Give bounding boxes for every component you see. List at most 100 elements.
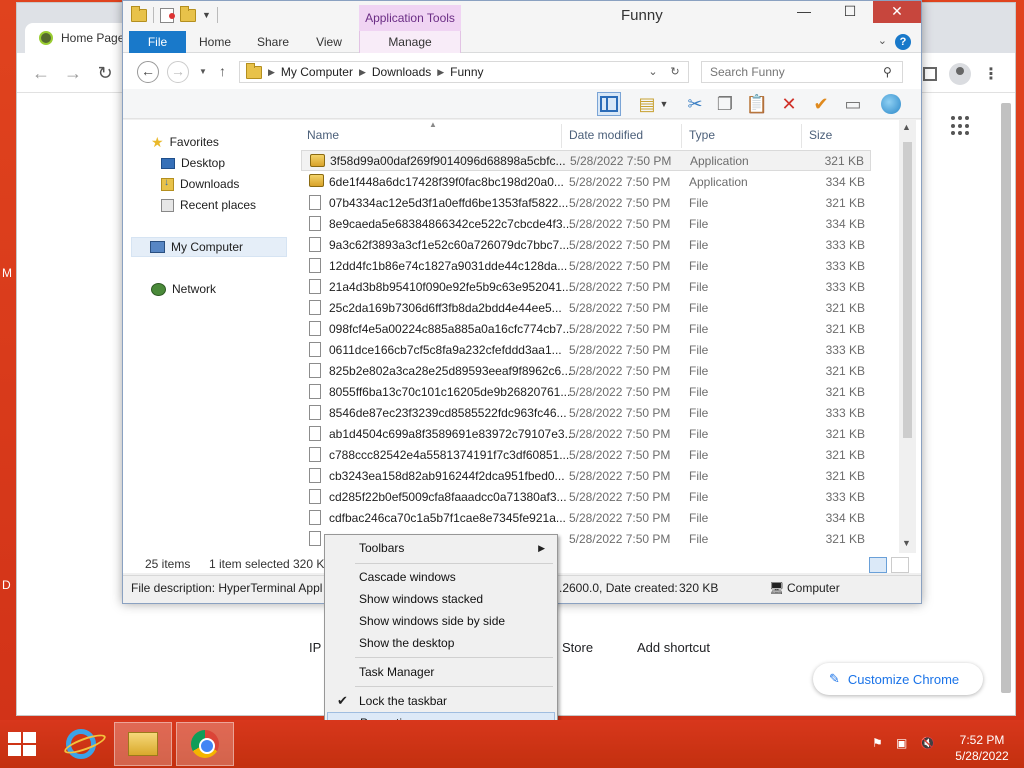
checkmark-icon[interactable]: ✔: [809, 92, 833, 116]
nav-downloads[interactable]: Downloads: [161, 174, 239, 194]
scroll-down-icon[interactable]: ▼: [902, 538, 911, 548]
paste-icon[interactable]: 📋: [745, 92, 769, 116]
options-dropdown-icon[interactable]: ▼: [657, 92, 671, 116]
menu-item-toolbars[interactable]: Toolbars ▶: [327, 537, 555, 559]
tab-manage[interactable]: Manage: [359, 31, 461, 53]
recent-places-icon: [161, 198, 174, 212]
new-folder-icon[interactable]: [180, 5, 196, 22]
help-icon[interactable]: ?: [895, 34, 911, 50]
table-row[interactable]: 21a4d3b8b95410f090e92fe5b9c63e952041... 5…: [301, 276, 871, 297]
close-icon[interactable]: ✕: [873, 1, 921, 23]
table-row[interactable]: 8546de87ec23f3239cd8585522fdc963fc46... 5…: [301, 402, 871, 423]
cut-icon[interactable]: ✂: [683, 92, 707, 116]
table-row[interactable]: c788ccc82542e4a5581374191f7c3df60851... 5…: [301, 444, 871, 465]
table-row[interactable]: 098fcf4e5a00224c885a885a0a16cfc774cb7...…: [301, 318, 871, 339]
flag-icon[interactable]: ⚑: [872, 736, 886, 750]
shortcut-label[interactable]: IP: [309, 640, 321, 655]
breadcrumb-downloads[interactable]: Downloads: [372, 65, 431, 79]
shortcut-label[interactable]: Store: [562, 640, 593, 655]
volume-muted-icon[interactable]: 🔇: [920, 736, 935, 750]
customize-quick-access-icon[interactable]: ▼: [202, 10, 211, 20]
refresh-icon[interactable]: ↻: [665, 61, 685, 83]
table-row[interactable]: cb3243ea158d82ab916244f2dca951fbed0... 5/…: [301, 465, 871, 486]
table-row[interactable]: 12dd4fc1b86e74c1827a9031dde44c128da... 5/…: [301, 255, 871, 276]
table-row[interactable]: cd285f22b0ef5009cfa8faaadcc0a71380af3...…: [301, 486, 871, 507]
network-tray-icon[interactable]: ▣: [896, 736, 910, 750]
copy-icon[interactable]: ❐: [713, 92, 737, 116]
table-row[interactable]: 25c2da169b7306d6ff3fb8da2bdd4e44ee5... 5/…: [301, 297, 871, 318]
search-input[interactable]: [701, 61, 903, 83]
table-row[interactable]: 8e9caeda5e68384866342ce522c7cbcde4f3... 5…: [301, 213, 871, 234]
windows-start-icon[interactable]: [8, 732, 36, 756]
column-header-type[interactable]: Type: [689, 128, 715, 148]
nav-my-computer[interactable]: My Computer: [131, 237, 287, 257]
recent-locations-icon[interactable]: ▼: [199, 67, 207, 76]
ribbon-expand-icon[interactable]: ⌄: [878, 34, 887, 47]
delete-icon[interactable]: ✕: [777, 92, 801, 116]
customize-chrome-button[interactable]: ✎ Customize Chrome: [813, 663, 983, 695]
taskbar-chrome[interactable]: [176, 722, 234, 766]
table-row[interactable]: cdfbac246ca70c1a5b7f1cae8e7345fe921a... 5…: [301, 507, 871, 528]
file-type: Application: [690, 153, 749, 168]
nav-desktop[interactable]: Desktop: [161, 153, 225, 173]
chrome-scrollbar[interactable]: [1001, 103, 1011, 693]
breadcrumb-my-computer[interactable]: My Computer: [281, 65, 353, 79]
forward-icon[interactable]: →: [167, 61, 189, 83]
menu-item-stacked[interactable]: Show windows stacked: [327, 588, 555, 610]
menu-item-cascade[interactable]: Cascade windows: [327, 566, 555, 588]
details-view-icon[interactable]: [869, 557, 887, 573]
profile-avatar-icon[interactable]: [949, 63, 971, 85]
nav-network[interactable]: Network: [151, 279, 216, 299]
maximize-icon[interactable]: ☐: [827, 1, 873, 23]
menu-dots-icon[interactable]: ⋮: [983, 64, 999, 84]
nav-recent-places[interactable]: Recent places: [161, 195, 256, 215]
table-row[interactable]: ab1d4504c699a8f3589691e83972c79107e3... 5…: [301, 423, 871, 444]
column-header-date[interactable]: Date modified: [569, 128, 643, 148]
address-bar[interactable]: ▶ My Computer ▶ Downloads ▶ Funny: [239, 61, 689, 83]
add-shortcut-label[interactable]: Add shortcut: [637, 640, 710, 655]
file-size: 321 KB: [825, 363, 865, 378]
table-row[interactable]: 9a3c62f3893a3cf1e52c60a726079dc7bbc7... 5…: [301, 234, 871, 255]
table-row[interactable]: 6de1f448a6dc17428f39f0fac8bc198d20a0... 5…: [301, 171, 871, 192]
table-row[interactable]: 07b4334ac12e5d3f1a0effd6be1353faf5822...…: [301, 192, 871, 213]
preview-pane-icon[interactable]: [597, 92, 621, 116]
reload-icon[interactable]: ↻: [93, 61, 117, 85]
table-row[interactable]: 3f58d99a00daf269f9014096d68898a5cbfc... 5…: [301, 150, 871, 171]
menu-item-show-desktop[interactable]: Show the desktop: [327, 632, 555, 654]
menu-item-lock-taskbar[interactable]: ✔ Lock the taskbar: [327, 690, 555, 712]
file-list-scrollbar[interactable]: ▲ ▼: [899, 120, 916, 553]
scrollbar-thumb[interactable]: [903, 142, 912, 438]
tab-home[interactable]: Home: [191, 31, 239, 53]
large-icons-view-icon[interactable]: [891, 557, 909, 573]
scroll-up-icon[interactable]: ▲: [902, 122, 911, 132]
folder-options-icon[interactable]: ▤: [635, 92, 659, 116]
properties-icon[interactable]: [160, 7, 175, 23]
tab-view[interactable]: View: [307, 31, 351, 53]
back-arrow-icon[interactable]: ←: [29, 61, 53, 85]
table-row[interactable]: 825b2e802a3ca28e25d89593eeaf9f8962c6... 5…: [301, 360, 871, 381]
forward-arrow-icon[interactable]: →: [61, 61, 85, 85]
taskbar-file-explorer[interactable]: [114, 722, 172, 766]
address-dropdown-icon[interactable]: ⌄: [643, 61, 663, 83]
globe-icon[interactable]: [879, 92, 903, 116]
column-header-name[interactable]: Name: [307, 128, 339, 148]
table-row[interactable]: 8055ff6ba13c70c101c16205de9b26820761... 5…: [301, 381, 871, 402]
minimize-icon[interactable]: —: [781, 1, 827, 23]
side-panel-icon[interactable]: [923, 67, 937, 81]
back-icon[interactable]: ←: [137, 61, 159, 83]
taskbar-internet-explorer[interactable]: [52, 722, 110, 766]
apps-grid-icon[interactable]: [951, 116, 971, 136]
taskbar-clock[interactable]: 7:52 PM 5/28/2022: [950, 732, 1014, 764]
search-icon[interactable]: ⚲: [883, 65, 892, 79]
tab-share[interactable]: Share: [249, 31, 297, 53]
column-header-size[interactable]: Size: [809, 128, 832, 148]
file-name: 098fcf4e5a00224c885a885a0a16cfc774cb7...: [329, 321, 573, 336]
up-arrow-icon[interactable]: ↑: [219, 63, 226, 79]
tab-file[interactable]: File: [129, 31, 186, 53]
rename-icon[interactable]: ▭: [841, 92, 865, 116]
menu-item-side-by-side[interactable]: Show windows side by side: [327, 610, 555, 632]
breadcrumb-funny[interactable]: Funny: [450, 65, 483, 79]
menu-item-task-manager[interactable]: Task Manager: [327, 661, 555, 683]
table-row[interactable]: 0611dce166cb7cf5c8fa9a232cfefddd3aa1... 5…: [301, 339, 871, 360]
nav-favorites[interactable]: ★ Favorites: [151, 132, 219, 152]
